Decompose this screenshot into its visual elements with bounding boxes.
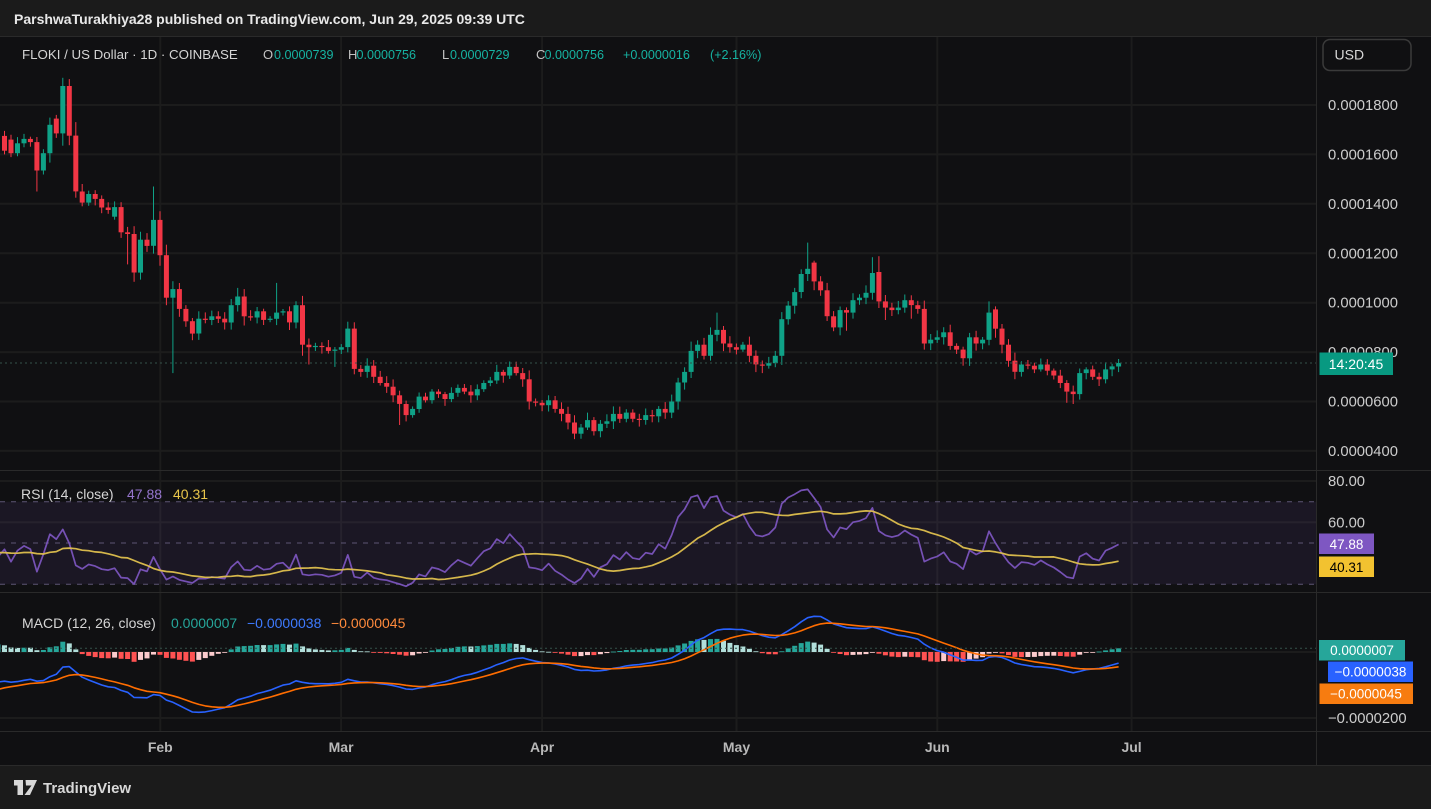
svg-text:60.00: 60.00 — [1328, 515, 1365, 531]
svg-text:−0.0000200: −0.0000200 — [1328, 711, 1407, 727]
svg-text:80.00: 80.00 — [1328, 474, 1365, 490]
svg-text:May: May — [723, 739, 750, 755]
svg-text:0.0001600: 0.0001600 — [1328, 147, 1398, 163]
svg-text:47.88: 47.88 — [1330, 537, 1364, 552]
svg-text:0.0001200: 0.0001200 — [1328, 246, 1398, 262]
svg-text:0.0000756: 0.0000756 — [545, 48, 605, 62]
svg-text:0.0000739: 0.0000739 — [274, 48, 334, 62]
svg-text:TradingView: TradingView — [43, 780, 131, 797]
svg-text:−0.0000038: −0.0000038 — [247, 615, 322, 631]
svg-text:0.0000007: 0.0000007 — [171, 615, 237, 631]
svg-text:0.0001800: 0.0001800 — [1328, 98, 1398, 114]
svg-text:USD: USD — [1335, 47, 1365, 63]
svg-text:L: L — [442, 47, 449, 62]
svg-text:Mar: Mar — [329, 739, 354, 755]
svg-text:Jul: Jul — [1121, 739, 1141, 755]
svg-text:0.0000400: 0.0000400 — [1328, 444, 1398, 460]
svg-text:40.31: 40.31 — [1330, 560, 1364, 575]
svg-text:14:20:45: 14:20:45 — [1329, 356, 1384, 372]
svg-text:−0.0000045: −0.0000045 — [1330, 687, 1402, 702]
svg-text:0.0001000: 0.0001000 — [1328, 296, 1398, 312]
svg-text:40.31: 40.31 — [173, 486, 208, 502]
svg-text:Apr: Apr — [530, 739, 555, 755]
svg-text:RSI (14, close): RSI (14, close) — [21, 486, 114, 502]
svg-text:0.0000729: 0.0000729 — [450, 48, 510, 62]
svg-text:0.0000756: 0.0000756 — [357, 48, 417, 62]
svg-text:MACD (12, 26, close): MACD (12, 26, close) — [22, 615, 156, 631]
svg-text:−0.0000038: −0.0000038 — [1335, 665, 1407, 680]
svg-text:Feb: Feb — [148, 739, 173, 755]
svg-text:Jun: Jun — [925, 739, 950, 755]
svg-text:FLOKI / US Dollar · 1D · COINB: FLOKI / US Dollar · 1D · COINBASE — [22, 47, 238, 62]
svg-text:0.0001400: 0.0001400 — [1328, 197, 1398, 213]
svg-text:−0.0000045: −0.0000045 — [331, 615, 406, 631]
svg-text:0.0000007: 0.0000007 — [1330, 643, 1394, 658]
svg-text:0.0000600: 0.0000600 — [1328, 395, 1398, 411]
svg-text:(+2.16%): (+2.16%) — [710, 48, 761, 62]
svg-text:O: O — [263, 47, 273, 62]
svg-text:+0.0000016: +0.0000016 — [623, 48, 690, 62]
svg-text:47.88: 47.88 — [127, 486, 162, 502]
